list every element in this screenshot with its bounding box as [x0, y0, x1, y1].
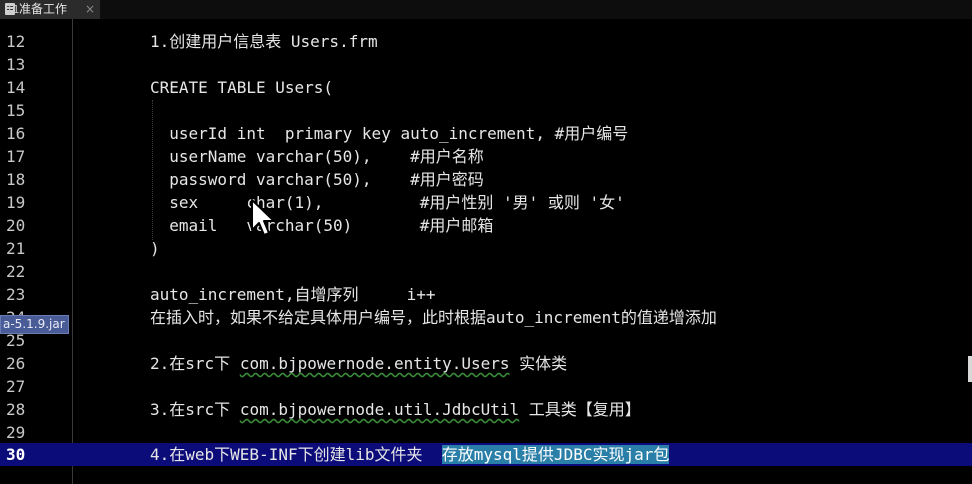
editor-line: 16 userId int primary key auto_increment… [0, 122, 972, 145]
line-number: 26 [6, 354, 26, 373]
editor-line: 13 [0, 53, 972, 76]
line-number: 13 [6, 55, 26, 74]
line-number: 27 [6, 377, 26, 396]
code-text: email varchar(50) #用户邮箱 [150, 216, 494, 235]
editor-line: 12 1.创建用户信息表 Users.frm [0, 30, 972, 53]
line-number: 12 [6, 32, 26, 51]
editor-line: 21 ) [0, 237, 972, 260]
code-text: auto_increment,自增序列 i++ [150, 285, 436, 304]
editor-line: 23 auto_increment,自增序列 i++ [0, 283, 972, 306]
code-text: 3.在src下 com.bjpowernode.util.JdbcUtil 工具… [150, 398, 641, 421]
line-number-current: 30 [6, 445, 26, 464]
line-number: 11 [6, 3, 20, 16]
scrollbar-thumb[interactable] [968, 356, 972, 382]
line-number: 18 [6, 170, 26, 189]
editor-line: 20 email varchar(50) #用户邮箱 [0, 214, 972, 237]
selected-text: 存放mysql提供JDBC实现jar包 [441, 445, 670, 464]
editor-line: 24 在插入时，如果不给定具体用户编号，此时根据auto_increment的值… [0, 306, 972, 329]
editor-line-current: 30 4.在web下WEB-INF下创建lib文件夹 存放mysql提供JDBC… [0, 443, 972, 466]
code-text: CREATE TABLE Users( [150, 78, 334, 97]
editor-line: 25 [0, 329, 972, 352]
package-path: com.bjpowernode.entity.Users [239, 354, 510, 373]
line-number: 14 [6, 78, 26, 97]
code-text-prefix: 3.在src下 [150, 400, 240, 419]
line-number: 20 [6, 216, 26, 235]
editor-line: 19 sex char(1), #用户性别 '男' 或则 '女' [0, 191, 972, 214]
code-text-prefix: 2.在src下 [150, 354, 240, 373]
editor-line: 11 [0, 3, 972, 27]
line-number: 29 [6, 423, 26, 442]
editor-line: 15 [0, 99, 972, 122]
line-number: 22 [6, 262, 26, 281]
line-number: 16 [6, 124, 26, 143]
jar-tooltip: a-5.1.9.jar [0, 315, 69, 334]
code-text: 在插入时，如果不给定具体用户编号，此时根据auto_increment的值递增添… [150, 308, 717, 327]
editor-line: 22 [0, 260, 972, 283]
line-number: 21 [6, 239, 26, 258]
mouse-pointer-icon [251, 199, 275, 236]
package-path: com.bjpowernode.util.JdbcUtil [239, 400, 520, 419]
editor-line: 26 2.在src下 com.bjpowernode.entity.Users … [0, 352, 972, 375]
code-text-suffix: 工具类【复用】 [519, 400, 641, 419]
editor-line: 27 [0, 375, 972, 398]
line-number: 28 [6, 400, 26, 419]
editor-line: 28 3.在src下 com.bjpowernode.util.JdbcUtil… [0, 398, 972, 421]
editor-line: 14 CREATE TABLE Users( [0, 76, 972, 99]
editor-line: 29 [0, 421, 972, 444]
code-text: 1.创建用户信息表 Users.frm [150, 32, 378, 51]
code-text: 4.在web下WEB-INF下创建lib文件夹 存放mysql提供JDBC实现j… [150, 443, 670, 466]
line-number: 17 [6, 147, 26, 166]
line-number: 15 [6, 101, 26, 120]
code-text: ) [150, 239, 160, 258]
code-text: userId int primary key auto_increment, #… [150, 124, 629, 143]
editor-line: 17 userName varchar(50), #用户名称 [0, 145, 972, 168]
code-text: 2.在src下 com.bjpowernode.entity.Users 实体类 [150, 352, 567, 375]
editor-line: 18 password varchar(50), #用户密码 [0, 168, 972, 191]
code-text-prefix: 4.在web下WEB-INF下创建lib文件夹 [150, 445, 442, 464]
line-number: 19 [6, 193, 26, 212]
line-number: 23 [6, 285, 26, 304]
code-text: userName varchar(50), #用户名称 [150, 147, 484, 166]
code-text: password varchar(50), #用户密码 [150, 170, 484, 189]
code-text-suffix: 实体类 [509, 354, 568, 373]
code-text: sex char(1), #用户性别 '男' 或则 '女' [150, 193, 625, 212]
